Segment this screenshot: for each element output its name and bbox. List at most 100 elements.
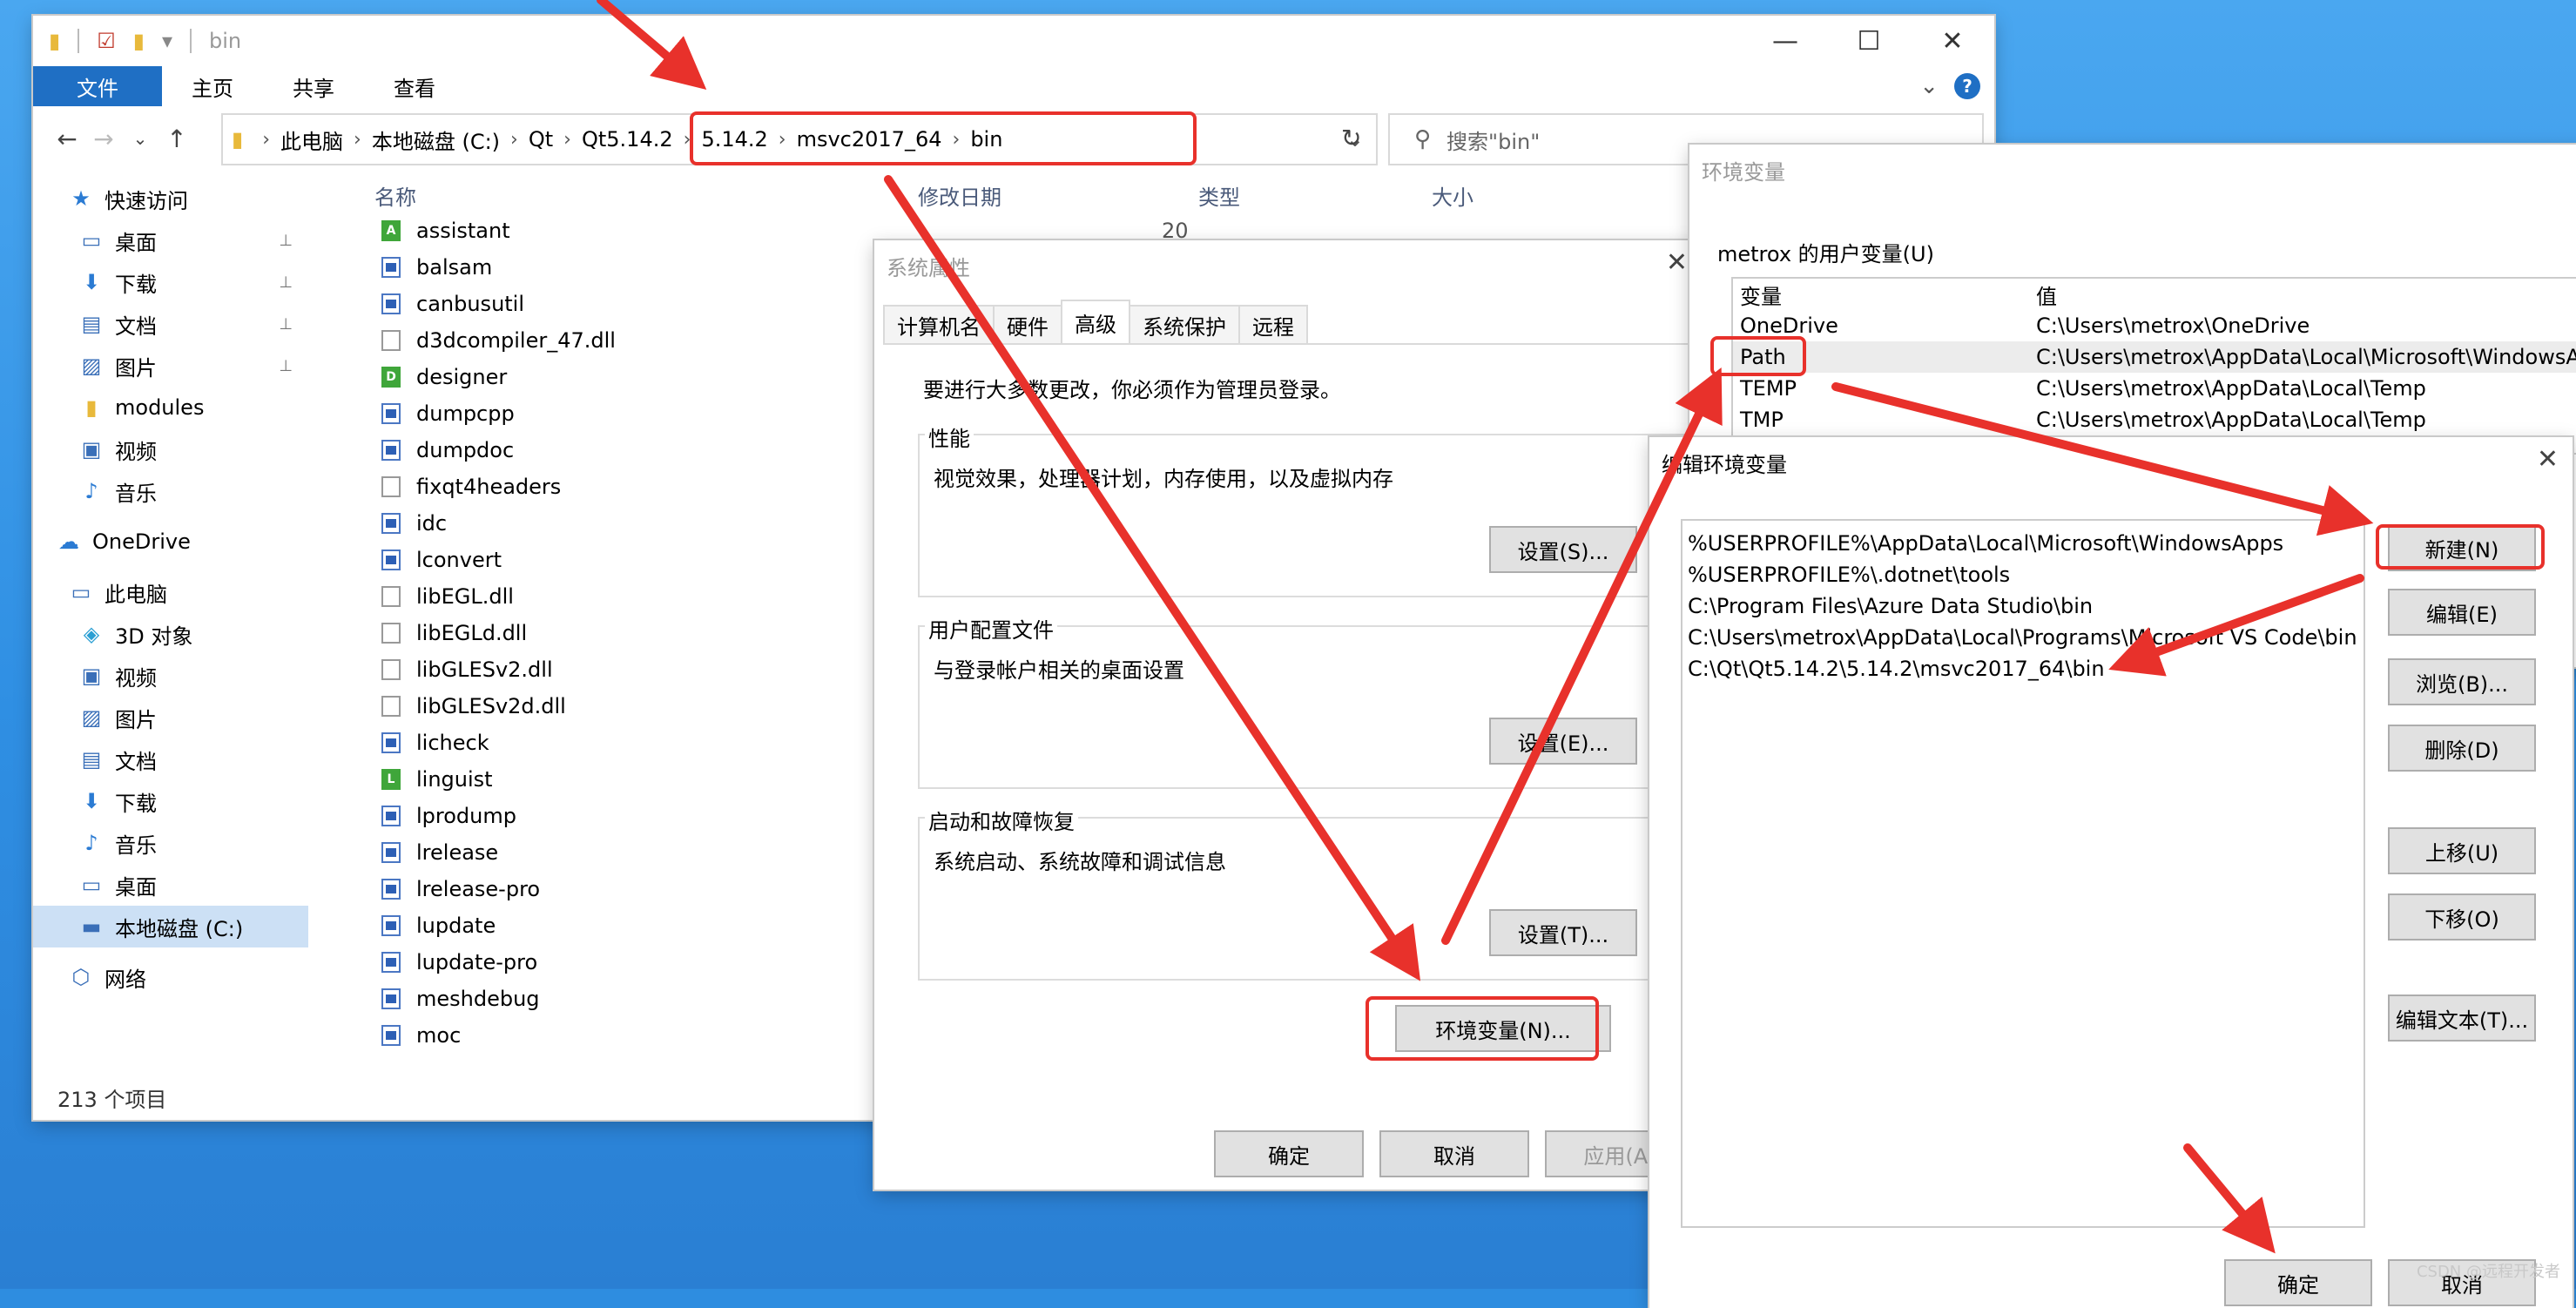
table-row[interactable]: TEMP C:\Users\metrox\AppData\Local\Temp	[1733, 373, 2576, 404]
sidebar-item[interactable]: ▨ 图片 ⊥	[33, 345, 308, 387]
chevron-down-icon[interactable]: ⌄	[1919, 73, 1939, 99]
tab-hardware[interactable]: 硬件	[993, 305, 1062, 343]
breadcrumb-qt5142[interactable]: Qt5.14.2	[582, 127, 673, 152]
col-type[interactable]: 类型	[1198, 180, 1432, 211]
user-profiles-settings-button[interactable]: 设置(E)...	[1489, 718, 1637, 765]
list-item[interactable]: %USERPROFILE%\AppData\Local\Microsoft\Wi…	[1682, 528, 2364, 559]
browse-button[interactable]: 浏览(B)...	[2388, 658, 2536, 705]
ok-button[interactable]: 确定	[2224, 1259, 2372, 1306]
tab-share[interactable]: 共享	[263, 66, 364, 106]
exe-file-icon	[381, 732, 401, 753]
col-date[interactable]: 修改日期	[918, 180, 1198, 211]
download-icon: ⬇	[82, 270, 101, 294]
sidebar-item[interactable]: ⬇ 下载	[33, 780, 308, 822]
sidebar-item-label: 文档	[115, 314, 157, 339]
sidebar-item[interactable]: ▤ 文档 ⊥	[33, 303, 308, 345]
close-icon[interactable]: ✕	[1666, 247, 1688, 278]
performance-settings-button[interactable]: 设置(S)...	[1489, 526, 1637, 573]
new-folder-icon[interactable]: ▮	[133, 29, 145, 53]
address-bar[interactable]: ▮ › 此电脑 › 本地磁盘 (C:) › Qt › Qt5.14.2 › 5.14.2 …	[221, 111, 1378, 165]
col-variable[interactable]: 变量	[1733, 280, 2036, 310]
variable-name: TMP	[1740, 408, 1784, 432]
variable-value: C:\Users\metrox\AppData\Local\Microsoft\…	[2035, 345, 2576, 369]
folder-icon: ▮	[85, 395, 98, 420]
exe-file-icon	[381, 1025, 401, 1046]
col-size[interactable]: 大小	[1432, 180, 1473, 211]
sidebar-item[interactable]: ▭ 桌面 ⊥	[33, 219, 308, 261]
table-row[interactable]: TMP C:\Users\metrox\AppData\Local\Temp	[1733, 404, 2576, 435]
annotation-highlight-path-row	[1710, 336, 1806, 376]
edit-button[interactable]: 编辑(E)	[2388, 589, 2536, 636]
move-down-button[interactable]: 下移(O)	[2388, 893, 2536, 941]
file-name: designer	[416, 365, 508, 389]
tab-home[interactable]: 主页	[162, 66, 263, 106]
delete-button[interactable]: 删除(D)	[2388, 725, 2536, 772]
close-icon[interactable]: ✕	[2537, 444, 2559, 475]
search-input[interactable]: 搜索"bin"	[1446, 125, 1540, 155]
tab-advanced[interactable]: 高级	[1061, 300, 1130, 343]
list-item[interactable]: %USERPROFILE%\.dotnet\tools	[1682, 559, 2364, 590]
sidebar-item[interactable]: ▤ 文档	[33, 738, 308, 780]
sidebar-item-label: 网络	[105, 967, 146, 992]
maximize-icon[interactable]: ☐	[1827, 16, 1911, 66]
sidebar-item[interactable]: ★ 快速访问	[33, 178, 308, 219]
sidebar-item[interactable]: ▣ 视频	[33, 655, 308, 697]
tab-view[interactable]: 查看	[364, 66, 465, 106]
table-row[interactable]: Path C:\Users\metrox\AppData\Local\Micro…	[1710, 336, 2576, 376]
col-value[interactable]: 值	[2036, 280, 2057, 310]
file-name: moc	[416, 1023, 462, 1048]
sidebar-item[interactable]: ▭ 此电脑	[33, 571, 308, 613]
sidebar-item[interactable]: ⬇ 下载 ⊥	[33, 261, 308, 303]
recent-chevron-icon[interactable]: ⌄	[122, 128, 158, 149]
drive-icon: ▬	[81, 914, 102, 939]
breadcrumb-this-pc[interactable]: 此电脑	[280, 125, 343, 155]
ok-button[interactable]: 确定	[1214, 1130, 1364, 1177]
back-icon[interactable]: ←	[49, 125, 85, 153]
sidebar-item[interactable]: ♪ 音乐	[33, 470, 308, 512]
list-item[interactable]: C:\Qt\Qt5.14.2\5.14.2\msvc2017_64\bin	[1682, 653, 2364, 684]
list-item[interactable]: C:\Program Files\Azure Data Studio\bin	[1682, 590, 2364, 622]
tab-computer-name[interactable]: 计算机名	[883, 305, 995, 343]
ribbon: 文件 主页 共享 查看 ⌄ ?	[33, 66, 1994, 106]
startup-recovery-settings-button[interactable]: 设置(T)...	[1489, 909, 1637, 956]
sidebar-item[interactable]: ◈ 3D 对象	[33, 613, 308, 655]
table-row[interactable]: OneDrive C:\Users\metrox\OneDrive	[1733, 310, 2576, 341]
exe-file-icon	[381, 915, 401, 936]
sidebar-item[interactable]: ⬡ 网络	[33, 956, 308, 998]
tab-remote[interactable]: 远程	[1238, 305, 1308, 343]
admin-note: 要进行大多数更改，你必须作为管理员登录。	[923, 378, 1341, 402]
sidebar-item[interactable]: ☁ OneDrive	[33, 521, 308, 563]
cancel-button[interactable]: 取消	[1379, 1130, 1529, 1177]
sidebar-item[interactable]: ▨ 图片	[33, 697, 308, 738]
close-icon[interactable]: ✕	[1911, 16, 1994, 66]
sidebar-item[interactable]: ▬ 本地磁盘 (C:)	[33, 906, 308, 947]
move-up-button[interactable]: 上移(U)	[2388, 827, 2536, 874]
qt-app-icon: A	[381, 220, 401, 241]
forward-icon[interactable]: →	[85, 125, 122, 153]
refresh-icon[interactable]: ↻	[1341, 124, 1361, 152]
user-profiles-group: 用户配置文件 与登录帐户相关的桌面设置 设置(E)...	[918, 613, 1705, 789]
sidebar-item[interactable]: ▭ 桌面	[33, 864, 308, 906]
help-icon[interactable]: ?	[1954, 73, 1980, 99]
breadcrumb-drive[interactable]: 本地磁盘 (C:)	[372, 125, 500, 155]
breadcrumb-qt[interactable]: Qt	[529, 127, 553, 152]
tab-system-protection[interactable]: 系统保护	[1129, 305, 1240, 343]
sidebar-item[interactable]: ▮ modules	[33, 387, 308, 428]
exe-file-icon	[381, 806, 401, 826]
music-icon: ♪	[84, 831, 98, 855]
exe-file-icon	[381, 952, 401, 973]
sidebar-item[interactable]: ▣ 视频	[33, 428, 308, 470]
edit-text-button[interactable]: 编辑文本(T)...	[2388, 994, 2536, 1042]
up-icon[interactable]: ↑	[158, 125, 195, 153]
sidebar-item[interactable]: ♪ 音乐	[33, 822, 308, 864]
sidebar-item-label: 下载	[115, 791, 157, 816]
properties-icon[interactable]: ☑	[97, 29, 116, 53]
chevron-down-icon[interactable]: ▾	[162, 29, 172, 53]
col-name[interactable]: 名称	[374, 180, 918, 211]
list-item[interactable]: C:\Users\metrox\AppData\Local\Programs\M…	[1682, 622, 2364, 653]
minimize-icon[interactable]: —	[1743, 16, 1827, 66]
tab-file[interactable]: 文件	[33, 66, 162, 106]
exe-file-icon	[381, 549, 401, 570]
computer-icon: ▭	[71, 580, 91, 604]
file-name: meshdebug	[416, 987, 540, 1011]
